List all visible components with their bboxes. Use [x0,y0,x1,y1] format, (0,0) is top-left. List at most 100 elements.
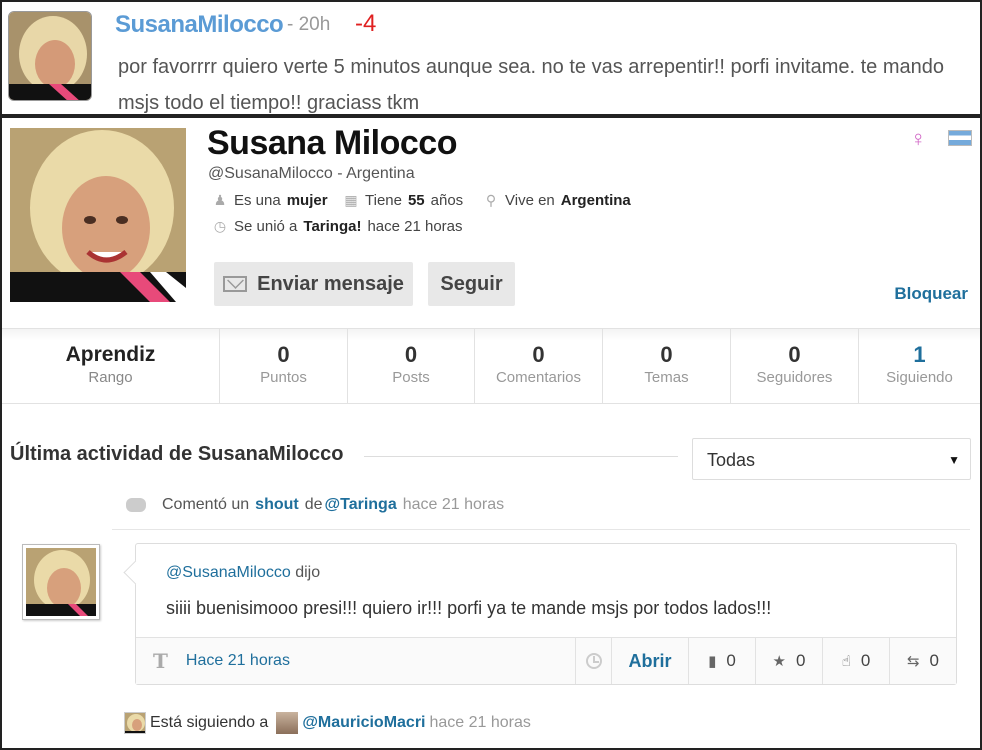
stat-value: 0 [404,342,418,367]
activity-comment-event: Comentó un shout de @Taringa hace 21 hor… [126,496,504,514]
event-target-link[interactable]: @Taringa [325,496,397,514]
clock-icon [585,653,602,669]
stat-comments[interactable]: 0 Comentarios [475,329,603,403]
shout-clock [575,638,611,684]
info-gender-value: mujer [286,192,328,209]
comment-time: - 20h [287,14,331,35]
info-joined-site: Taringa! [303,218,362,235]
dropdown-arrow-icon: ▼ [948,453,960,467]
open-label: Abrir [628,650,672,671]
info-location-prefix: Vive en [505,192,555,209]
avatar-image [9,12,91,100]
shout-author-link[interactable]: @SusanaMilocco [166,564,291,581]
activity-filter-value: Todas [707,450,756,470]
follow-event-verb: Está siguiendo a [150,714,269,731]
text-type-icon: T [153,649,168,673]
reshare-icon: ⇆ [906,653,920,670]
activity-filter-select[interactable]: Todas ▼ [692,438,971,480]
event-object-link[interactable]: shout [255,496,299,514]
shout-said: dijo [295,564,321,581]
info-age-prefix: Tiene [365,192,402,209]
follow-event-time: hace 21 horas [429,714,531,731]
stat-label: Rango [88,369,133,386]
envelope-icon [223,276,248,292]
favorite-button[interactable]: ★ 0 [755,638,822,684]
stat-posts[interactable]: 0 Posts [348,329,475,403]
stat-value: 0 [788,342,801,367]
profile-country: - Argentina [337,165,415,182]
profile-avatar-image [10,128,186,302]
stat-value: 1 [913,342,926,367]
shout-card: @SusanaMilocco dijo siiii buenisimooo pr… [135,543,957,685]
avatar[interactable] [8,11,92,101]
comments-button[interactable]: ▮ 0 [688,638,755,684]
info-location-value: Argentina [560,192,631,209]
info-joined-prefix: Se unió a [234,218,298,235]
likes-count: 0 [860,651,871,670]
activity-title: Última actividad de SusanaMilocco [10,443,344,465]
comment-bubble-icon [126,498,146,512]
info-gender: ♟ Es una mujer [212,192,328,209]
user-icon: ♟ [213,192,227,208]
profile-handle: @SusanaMilocco - Argentina [208,165,415,183]
stat-label: Puntos [260,369,307,386]
stat-value: Aprendiz [65,343,156,366]
info-age-suffix: años [430,192,464,209]
calendar-icon: ▦ [344,192,358,208]
send-message-button[interactable]: Enviar mensaje [214,262,413,306]
shout-header: @SusanaMilocco dijo [166,564,320,582]
shout-avatar-image [26,548,96,616]
clock-icon: ◷ [213,218,227,234]
event-prep: de [304,496,323,513]
comment-icon: ▮ [708,653,717,670]
event-time: hace 21 horas [402,496,505,513]
comment-text: por favorrrr quiero verte 5 minutos aunq… [118,56,944,114]
reshare-button[interactable]: ⇆ 0 [889,638,956,684]
stat-rank: Aprendiz Rango [2,329,220,403]
stat-label: Temas [644,369,689,386]
comment-score: -4 [355,10,377,37]
top-comment-card: SusanaMilocco - 20h -4 por favorrrr quie… [0,0,982,116]
shout-meta: T Hace 21 horas [136,638,575,684]
divider [112,529,970,530]
follow-button[interactable]: Seguir [428,262,515,306]
stat-topics[interactable]: 0 Temas [603,329,731,403]
profile-card: Susana Milocco @SusanaMilocco - Argentin… [0,116,982,750]
follow-target-link[interactable]: @MauricioMacri [302,714,425,732]
info-joined-time: hace 21 horas [367,218,463,235]
stat-value: 0 [277,342,290,367]
shout-avatar[interactable] [22,544,100,620]
stat-following[interactable]: 1 Siguiendo [859,329,980,403]
shout-text: siiii buenisimooo presi!!! quiero ir!!! … [166,598,772,618]
location-pin-icon: ⚲ [485,192,497,208]
info-age: ▦ Tiene 55 años [343,192,463,209]
stat-value: 0 [532,342,545,367]
thumbs-up-icon: ☝ [841,653,851,670]
comments-count: 0 [726,651,736,670]
profile-avatar [10,128,186,302]
stat-label: Seguidores [756,369,833,386]
avatar[interactable] [124,712,146,734]
event-verb: Comentó un [162,496,250,513]
argentina-flag-icon [948,130,972,146]
comment-username[interactable]: SusanaMilocco [115,11,284,39]
info-age-value: 55 [407,192,425,209]
info-gender-prefix: Es una [234,192,281,209]
stats-bar: Aprendiz Rango 0 Puntos 0 Posts 0 Coment… [2,328,980,404]
info-joined: ◷ Se unió a Taringa! hace 21 horas [212,218,463,235]
shout-time-link[interactable]: Hace 21 horas [186,652,290,670]
stat-points: 0 Puntos [220,329,348,403]
profile-handle-text: @SusanaMilocco [208,165,333,182]
info-location: ⚲ Vive en Argentina [483,192,631,209]
open-button[interactable]: Abrir [611,638,688,684]
favorites-count: 0 [795,651,806,670]
avatar[interactable] [276,712,299,734]
stat-followers[interactable]: 0 Seguidores [731,329,859,403]
stat-label: Comentarios [495,369,582,386]
stat-label: Siguiendo [886,369,953,386]
star-icon: ★ [772,653,786,670]
send-message-label: Enviar mensaje [257,272,404,295]
block-link[interactable]: Bloquear [894,284,968,304]
like-button[interactable]: ☝ 0 [822,638,889,684]
mini-avatar-image [125,713,145,733]
